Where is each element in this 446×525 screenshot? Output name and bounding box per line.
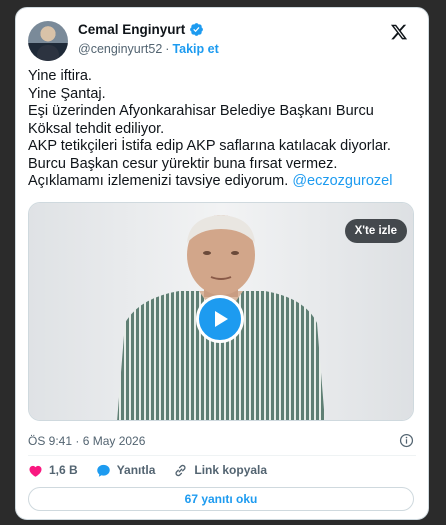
tweet-line: Köksal tehdit ediliyor. xyxy=(28,120,165,137)
follow-link[interactable]: Takip et xyxy=(172,42,218,56)
copy-link-button[interactable]: Link kopyala xyxy=(173,463,267,478)
play-button[interactable] xyxy=(196,295,244,343)
reply-label: Yanıtla xyxy=(116,463,156,477)
mention-link[interactable]: @eczozgurozel xyxy=(292,173,392,189)
watch-on-x-button[interactable]: X'te izle xyxy=(344,219,407,243)
divider xyxy=(28,455,416,456)
tweet-header: Cemal Enginyurt @cenginyurt52 · Takip et xyxy=(28,19,416,63)
avatar[interactable] xyxy=(28,21,68,61)
like-button[interactable]: 1,6 B xyxy=(28,463,78,478)
video-player[interactable]: X'te izle xyxy=(28,202,414,421)
reply-button[interactable]: Yanıtla xyxy=(96,463,156,478)
verified-badge-icon xyxy=(190,23,204,36)
tweet-line-text: Açıklamamı izlemenizi tavsiye ediyorum. xyxy=(28,173,289,189)
copy-link-label: Link kopyala xyxy=(194,463,268,477)
tweet-line: Yine Şantaj. xyxy=(28,85,106,102)
author-name-row: Cemal Enginyurt xyxy=(78,22,204,37)
tweet-line: AKP tetikçileri İstifa edip AKP safların… xyxy=(28,138,391,154)
info-icon[interactable] xyxy=(399,433,414,448)
x-logo-icon[interactable] xyxy=(390,23,408,41)
separator-dot: · xyxy=(165,42,170,56)
tweet-text: Yine iftira. Yine Şantaj. Eşi üzerinden … xyxy=(28,68,423,191)
heart-icon xyxy=(29,465,42,477)
author-name[interactable]: Cemal Enginyurt xyxy=(78,22,185,37)
play-icon xyxy=(215,311,228,327)
tweet-timestamp[interactable]: ÖS 9:41 · 6 May 2026 xyxy=(28,434,145,448)
tweet-line: Yine iftira. xyxy=(28,68,92,84)
author-handle[interactable]: @cenginyurt52 xyxy=(78,42,162,56)
tweet-line: Burcu Başkan cesur yürektir buna fırsat … xyxy=(28,155,338,172)
author-handle-row: @cenginyurt52 · Takip et xyxy=(78,42,219,56)
read-replies-button[interactable]: 67 yanıtı oku xyxy=(28,487,414,511)
tweet-actions: 1,6 B Yanıtla Link kopyala xyxy=(28,457,285,483)
tweet-card: Cemal Enginyurt @cenginyurt52 · Takip et… xyxy=(15,7,429,520)
link-icon xyxy=(175,464,186,476)
tweet-line: Eşi üzerinden Afyonkarahisar Belediye Ba… xyxy=(28,103,374,119)
reply-bubble-icon xyxy=(96,464,110,477)
like-count: 1,6 B xyxy=(49,463,78,477)
tweet-last-line: Açıklamamı izlemenizi tavsiye ediyorum. … xyxy=(28,173,423,191)
